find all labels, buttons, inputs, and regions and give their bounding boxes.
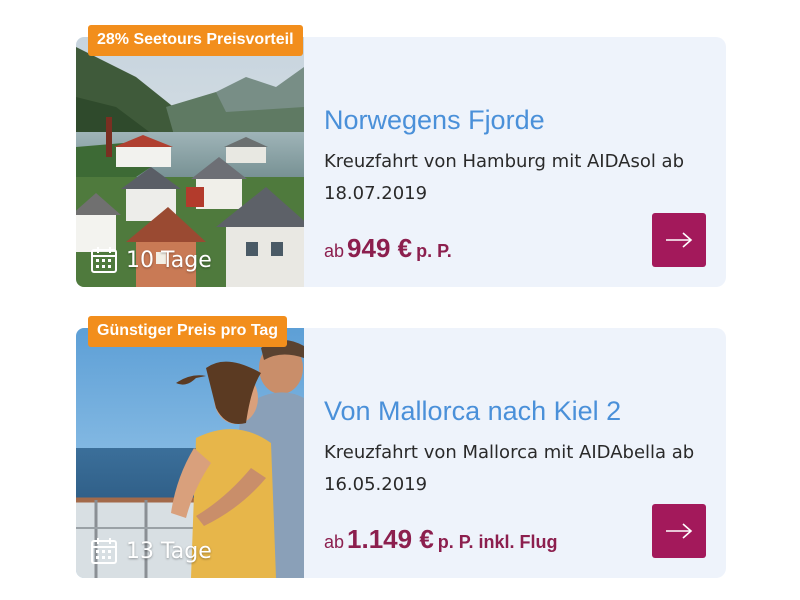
arrow-right-icon [666,232,693,248]
price-suffix: p. P. [416,241,452,261]
calendar-icon [91,538,117,564]
offer-card-norwegens-fjorde[interactable]: 28% Seetours Preisvorteil 10 Tage Norweg… [76,25,726,287]
arrow-right-icon [666,523,693,539]
discount-badge: 28% Seetours Preisvorteil [88,25,303,56]
price-amount: 949 € [347,233,413,263]
offer-card-mallorca-kiel[interactable]: Günstiger Preis pro Tag 13 Tage Von Mall… [76,316,726,578]
price-suffix: p. P. inkl. Flug [437,532,558,552]
details-button[interactable] [652,504,706,558]
offer-price: ab 1.149 € p. P. inkl. Flug [324,524,557,555]
duration-text: 13 Tage [126,538,212,564]
duration-label: 10 Tage [90,245,212,275]
calendar-icon [91,247,117,273]
highlight-badge: Günstiger Preis pro Tag [88,316,288,347]
duration-label: 13 Tage [90,536,212,566]
offer-title[interactable]: Von Mallorca nach Kiel 2 [324,396,621,427]
offer-title[interactable]: Norwegens Fjorde [324,105,545,136]
duration-text: 10 Tage [126,247,212,273]
offer-price: ab 949 € p. P. [324,233,452,264]
price-prefix: ab [324,241,345,261]
price-amount: 1.149 € [347,524,434,554]
price-prefix: ab [324,532,345,552]
details-button[interactable] [652,213,706,267]
offer-subtitle: Kreuzfahrt von Hamburg mit AIDAsol ab 18… [324,151,685,204]
offer-subtitle: Kreuzfahrt von Mallorca mit AIDAbella ab… [324,442,695,495]
